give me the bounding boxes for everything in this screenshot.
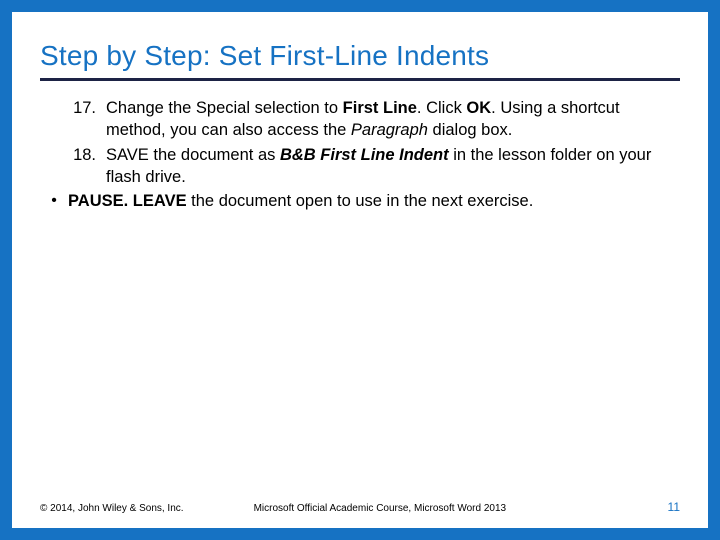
slide: Step by Step: Set First-Line Indents 17.…: [0, 0, 720, 540]
list-item: 17. Change the Special selection to Firs…: [54, 97, 680, 142]
text-run: Change the Special selection to: [106, 99, 343, 117]
slide-title: Step by Step: Set First-Line Indents: [40, 40, 680, 81]
list-item: 18. SAVE the document as B&B First Line …: [54, 144, 680, 189]
list-body: SAVE the document as B&B First Line Inde…: [106, 144, 680, 189]
text-run: . Click: [417, 99, 467, 117]
text-run: PAUSE. LEAVE: [68, 192, 191, 210]
list-number: 17.: [54, 97, 106, 142]
page-number: 11: [668, 500, 680, 514]
slide-content: 17. Change the Special selection to Firs…: [40, 97, 680, 212]
bullet-body: PAUSE. LEAVE the document open to use in…: [68, 190, 680, 212]
text-run: OK: [466, 99, 491, 117]
text-run: SAVE the document as: [106, 146, 280, 164]
footer: © 2014, John Wiley & Sons, Inc. Microsof…: [40, 500, 680, 514]
text-run: Paragraph: [351, 121, 428, 139]
text-run: the document open to use in the next exe…: [191, 192, 533, 210]
list-number: 18.: [54, 144, 106, 189]
text-run: First Line: [343, 99, 417, 117]
list-body: Change the Special selection to First Li…: [106, 97, 680, 142]
text-run: dialog box.: [428, 121, 512, 139]
copyright-text: © 2014, John Wiley & Sons, Inc.: [40, 503, 184, 514]
text-run: B&B First Line Indent: [280, 146, 449, 164]
bullet-item: • PAUSE. LEAVE the document open to use …: [40, 190, 680, 212]
course-text: Microsoft Official Academic Course, Micr…: [184, 503, 668, 514]
bullet-mark: •: [40, 190, 68, 212]
